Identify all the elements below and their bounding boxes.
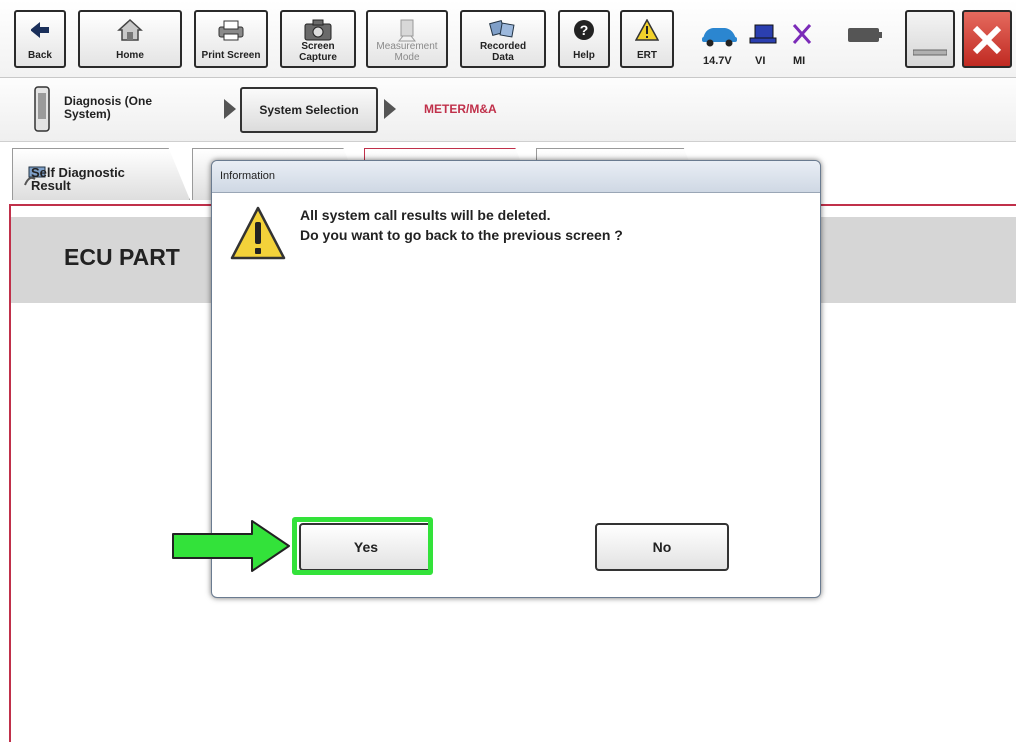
- ecu-part-title: ECU PART: [64, 244, 180, 270]
- back-button[interactable]: Back: [14, 10, 66, 68]
- close-icon: [964, 24, 1010, 56]
- screen-capture-label: Screen Capture: [299, 41, 337, 63]
- warning-icon: [622, 17, 672, 43]
- minimize-button[interactable]: [905, 10, 955, 68]
- voltage-readout: 14.7V: [703, 55, 732, 67]
- breadcrumb-diagnosis[interactable]: Diagnosis (One System): [64, 95, 152, 121]
- back-arrow-icon: [16, 17, 64, 43]
- mi-label: MI: [793, 55, 806, 67]
- back-label: Back: [28, 50, 52, 61]
- minimize-icon: [907, 48, 953, 58]
- toolbar: Back Home Print Screen Screen Capture Me…: [0, 0, 1016, 78]
- screen-capture-button[interactable]: Screen Capture: [280, 10, 356, 68]
- ert-button[interactable]: ERT: [620, 10, 674, 68]
- dialog-title: Information: [220, 170, 276, 182]
- measurement-mode-button[interactable]: Measurement Mode: [366, 10, 448, 68]
- svg-text:?: ?: [580, 22, 589, 38]
- recorded-data-label: Recorded Data: [479, 41, 527, 63]
- help-button[interactable]: ? Help: [558, 10, 610, 68]
- help-icon: ?: [560, 17, 608, 43]
- dialog-message-line1: All system call results will be deleted.: [300, 207, 551, 223]
- tab-self-diagnostic-label: Self Diagnostic Result: [31, 165, 125, 193]
- home-label: Home: [116, 50, 144, 61]
- vi-label: VI: [755, 55, 766, 67]
- print-screen-label: Print Screen: [201, 50, 261, 61]
- consult-app: Back Home Print Screen Screen Capture Me…: [0, 0, 1016, 742]
- mi-disconnected-icon: [787, 20, 817, 48]
- breadcrumb-arrow-icon-2: [382, 98, 398, 120]
- vi-icon: [747, 22, 779, 48]
- recorded-data-icon: [462, 17, 544, 43]
- vehicle-icon: [698, 22, 740, 48]
- dialog-title-bar: Information: [212, 161, 820, 193]
- close-button[interactable]: [962, 10, 1012, 68]
- information-dialog: Information All system call results will…: [211, 160, 821, 598]
- no-button[interactable]: No: [595, 523, 729, 571]
- breadcrumb-current: METER/M&A: [424, 102, 497, 116]
- home-icon: [80, 17, 180, 43]
- printer-icon: [196, 17, 266, 43]
- measurement-icon: [368, 17, 446, 43]
- home-button[interactable]: Home: [78, 10, 182, 68]
- help-label: Help: [573, 50, 595, 61]
- warning-triangle-icon: [229, 205, 287, 261]
- print-screen-button[interactable]: Print Screen: [194, 10, 268, 68]
- breadcrumb: Diagnosis (One System) System Selection …: [0, 78, 1016, 142]
- measurement-mode-label: Measurement Mode: [376, 41, 438, 63]
- device-icon: [32, 84, 52, 134]
- battery-icon: [846, 26, 884, 44]
- dialog-message-line2: Do you want to go back to the previous s…: [300, 227, 623, 243]
- breadcrumb-arrow-icon: [222, 98, 238, 120]
- system-selection-button[interactable]: System Selection: [240, 87, 378, 133]
- yes-button[interactable]: Yes: [299, 523, 433, 571]
- pointer-arrow-icon: [170, 518, 292, 574]
- recorded-data-button[interactable]: Recorded Data: [460, 10, 546, 68]
- ert-label: ERT: [637, 50, 657, 61]
- tab-self-diagnostic[interactable]: Self Diagnostic Result: [12, 148, 190, 200]
- camera-icon: [282, 17, 354, 43]
